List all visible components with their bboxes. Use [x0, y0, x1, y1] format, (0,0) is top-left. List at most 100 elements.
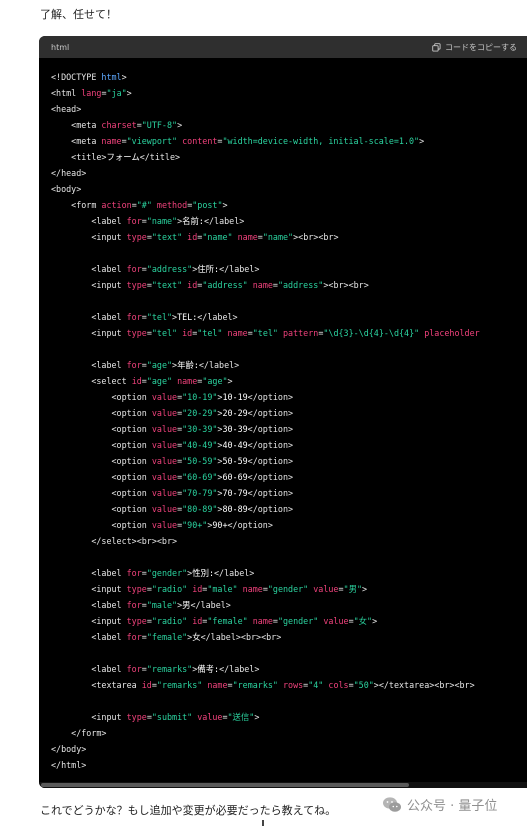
code-token-str: "post": [192, 200, 223, 210]
code-line: </head>: [51, 165, 527, 181]
code-token-tag: <option: [51, 392, 152, 402]
code-token-attr: pattern: [283, 328, 319, 338]
code-line: <textarea id="remarks" name="remarks" ro…: [51, 677, 527, 693]
code-token-tag: <option: [51, 424, 152, 434]
watermark-text: 公众号 · 量子位: [407, 799, 498, 814]
code-token-attr: value: [151, 520, 178, 530]
code-token-attr: for: [126, 216, 142, 226]
code-token-str: "20-29": [182, 408, 218, 418]
code-token-str: "\d{3}-\d{4}-\d{4}": [323, 328, 420, 338]
code-line: <label for="address">住所:</label>: [51, 261, 527, 277]
code-line: <option value="20-29">20-29</option>: [51, 405, 527, 421]
code-line: </form>: [51, 725, 527, 741]
code-token-str: "女": [353, 616, 373, 626]
copy-code-button[interactable]: コードをコピーする: [432, 42, 517, 53]
code-token-str: "address": [277, 280, 324, 290]
code-token-attr: name: [252, 616, 273, 626]
code-line: <html lang="ja">: [51, 85, 527, 101]
code-token-str: "送信": [227, 712, 255, 722]
code-token-attr: value: [151, 488, 178, 498]
code-token-attr: for: [126, 360, 142, 370]
code-line: <option value="30-39">30-39</option>: [51, 421, 527, 437]
code-token-str: "name": [262, 232, 294, 242]
code-token-tag: </label>: [219, 264, 260, 274]
code-token-attr: id: [192, 584, 203, 594]
code-token-tag: </option>: [247, 504, 294, 514]
code-token-str: "remarks": [146, 664, 193, 674]
code-token-attr: cols: [328, 680, 349, 690]
code-token-tag: </label>: [190, 600, 231, 610]
code-token-tag: >: [254, 712, 260, 722]
code-token-str: "radio": [151, 584, 188, 594]
code-token-str: "female": [146, 632, 188, 642]
code-token-tag: </label>: [198, 360, 240, 370]
code-token-tag: </select><br><br>: [51, 536, 178, 546]
code-line: <!DOCTYPE html>: [51, 69, 527, 85]
code-token-text: 年齢:: [177, 360, 199, 370]
code-line: <input type="radio" id="female" name="ge…: [51, 613, 527, 629]
code-token-str: "tel": [197, 328, 223, 338]
code-token-tag: ></textarea><br><br>: [373, 680, 475, 690]
code-token-str: "90+": [182, 520, 208, 530]
code-line: <option value="90+">90+</option>: [51, 517, 527, 533]
code-token-attr: id: [182, 328, 193, 338]
horizontal-scrollbar[interactable]: [39, 782, 527, 788]
code-block: html コードをコピーする <!DOCTYPE html> <html lang…: [39, 36, 527, 788]
code-line: <label for="name">名前:</label>: [51, 213, 527, 229]
code-line: <option value="60-69">60-69</option>: [51, 469, 527, 485]
code-token-text: 備考:: [197, 664, 220, 674]
code-lines: <!DOCTYPE html> <html lang="ja"> <head> <m…: [51, 69, 527, 773]
code-token-str: "age": [146, 360, 173, 370]
text-cursor: [262, 820, 264, 826]
code-token-attr: id: [187, 280, 198, 290]
code-token-text: 20-29: [222, 408, 248, 418]
code-line: <body>: [51, 181, 527, 197]
code-token-tag: >: [177, 120, 183, 130]
code-token-tag: <input: [51, 584, 127, 594]
code-line: <input type="radio" id="male" name="gend…: [51, 581, 527, 597]
code-token-tag: <select: [51, 376, 132, 386]
code-token-str: "#": [136, 200, 152, 210]
code-token-tag: </label>: [203, 216, 245, 226]
code-token-str: "remarks": [232, 680, 278, 690]
code-line: <input type="text" id="address" name="ad…: [51, 277, 527, 293]
code-token-attr: method: [156, 200, 188, 210]
code-token-tag: </option>: [247, 392, 294, 402]
code-line: <label for="remarks">備考:</label>: [51, 661, 527, 677]
code-token-attr: type: [126, 584, 147, 594]
code-token-tag: <option: [51, 472, 152, 482]
code-token-str: "male": [207, 584, 238, 594]
code-token-str: "30-39": [182, 424, 218, 434]
code-token-tag: <label: [51, 600, 127, 610]
scrollbar-thumb[interactable]: [41, 783, 409, 787]
outro-message: これでどうかな？もし追加や変更が必要だったら教えてね。: [40, 804, 337, 817]
code-line: <meta name="viewport" content="width=dev…: [51, 133, 527, 149]
code-token-attr: name: [242, 584, 263, 594]
code-token-tag: </option>: [247, 456, 294, 466]
code-token-tag: <label: [51, 216, 127, 226]
code-token-str: "address": [146, 264, 193, 274]
code-line: <input type="tel" id="tel" name="tel" pa…: [51, 325, 527, 341]
code-token-str: "width=device-width, initial-scale=1.0": [222, 136, 420, 146]
code-token-tag: <meta: [51, 120, 102, 130]
code-token-str: "60-69": [182, 472, 218, 482]
code-token-str: "UTF-8": [141, 120, 178, 130]
code-token-tag: </label><br><br>: [200, 632, 282, 642]
code-token-attr: id: [187, 232, 198, 242]
code-token-tag: <option: [51, 456, 152, 466]
code-line: <form action="#" method="post">: [51, 197, 527, 213]
code-token-attr: lang: [81, 88, 102, 98]
code-line: <head>: [51, 101, 527, 117]
code-token-tag: <option: [51, 440, 152, 450]
code-token-text: TEL:: [177, 312, 198, 322]
code-token-text: 80-89: [222, 504, 248, 514]
code-token-tag: </body>: [51, 744, 87, 754]
intro-message: 了解、任せて！: [40, 8, 117, 21]
code-token-attr: id: [131, 376, 142, 386]
code-token-str: "address": [202, 280, 248, 290]
code-line: <option value="80-89">80-89</option>: [51, 501, 527, 517]
copy-icon: [432, 42, 441, 52]
code-token-tag: </option>: [247, 408, 294, 418]
